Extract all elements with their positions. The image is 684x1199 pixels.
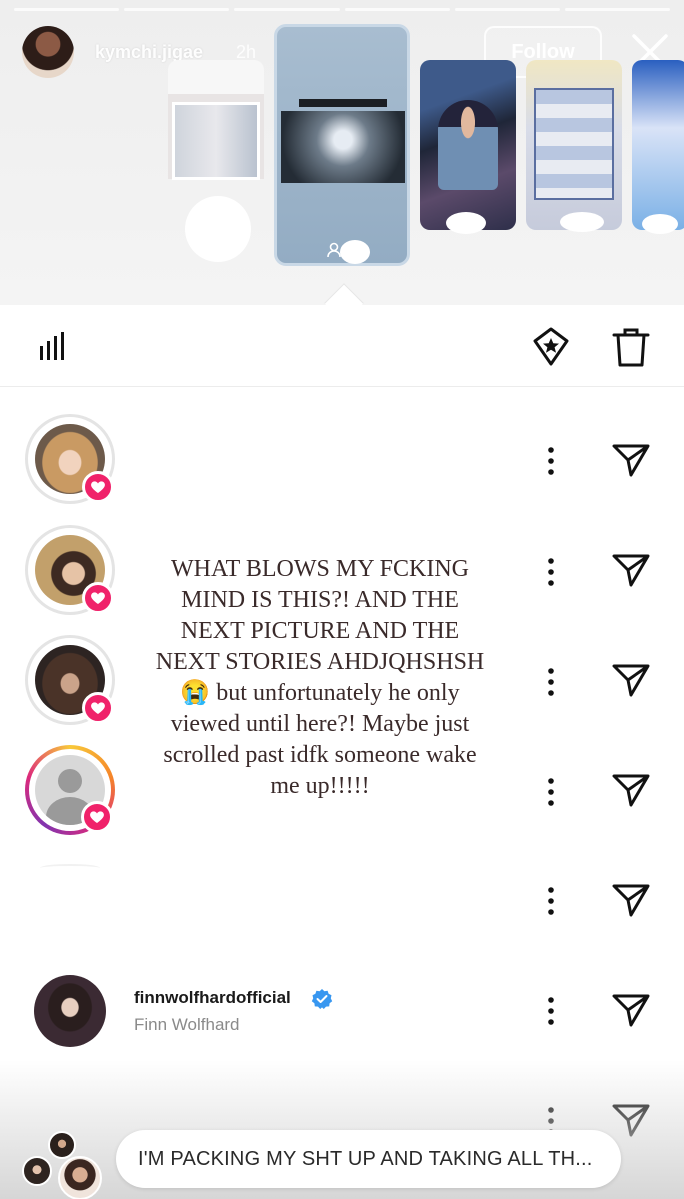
more-vertical-icon[interactable]: [545, 667, 557, 697]
mini-avatar: [22, 1156, 52, 1186]
sticker-blob: [340, 240, 370, 264]
reply-bubble[interactable]: I'M PACKING MY SHT UP AND TAKING ALL TH.…: [116, 1130, 621, 1188]
viewer-avatar[interactable]: [25, 414, 115, 504]
more-vertical-icon[interactable]: [545, 886, 557, 916]
bar-chart-icon[interactable]: [38, 330, 70, 362]
mini-avatar: [58, 1156, 102, 1199]
trash-icon[interactable]: [612, 326, 650, 368]
more-vertical-icon[interactable]: [545, 996, 557, 1026]
heart-icon: [81, 801, 113, 833]
story-thumbnail[interactable]: [420, 60, 516, 230]
send-icon[interactable]: [612, 662, 650, 698]
highlight-star-icon[interactable]: [530, 326, 572, 368]
send-icon[interactable]: [612, 552, 650, 588]
viewer-avatar-default[interactable]: [25, 745, 115, 835]
viewer-avatar[interactable]: [34, 975, 106, 1047]
send-icon[interactable]: [612, 772, 650, 808]
story-thumbnail[interactable]: [632, 60, 684, 230]
sticker-blob: [446, 212, 486, 234]
story-author-avatar[interactable]: [22, 26, 74, 78]
more-vertical-icon[interactable]: [545, 777, 557, 807]
more-vertical-icon[interactable]: [545, 557, 557, 587]
send-icon[interactable]: [612, 882, 650, 918]
story-thumbnail-current[interactable]: [274, 24, 410, 266]
mini-avatar: [48, 1131, 76, 1159]
viewer-avatar[interactable]: [25, 635, 115, 725]
heart-icon: [82, 582, 114, 614]
sticker-blob: [560, 212, 604, 232]
story-tray: kymchi.jigae 2h Follow: [0, 0, 684, 305]
story-overlay-caption: WHAT BLOWS MY FCKING MIND IS THIS?! AND …: [155, 556, 485, 799]
sticker-blob: [642, 214, 678, 234]
viewer-full-name: Finn Wolfhard: [134, 1015, 240, 1034]
viewer-panel-toolbar: [0, 305, 684, 387]
send-icon[interactable]: [612, 442, 650, 478]
hidden-viewer-avatar: [40, 864, 100, 872]
heart-icon: [82, 471, 114, 503]
story-thumbnail[interactable]: [526, 60, 622, 230]
more-vertical-icon[interactable]: [545, 446, 557, 476]
viewer-username[interactable]: finnwolfhardofficial: [134, 988, 291, 1008]
send-icon[interactable]: [612, 992, 650, 1028]
viewer-avatar[interactable]: [25, 525, 115, 615]
sticker-blob: [185, 196, 251, 262]
verified-badge-icon: [311, 989, 333, 1009]
heart-icon: [82, 692, 114, 724]
story-progress-bar: [14, 8, 671, 11]
